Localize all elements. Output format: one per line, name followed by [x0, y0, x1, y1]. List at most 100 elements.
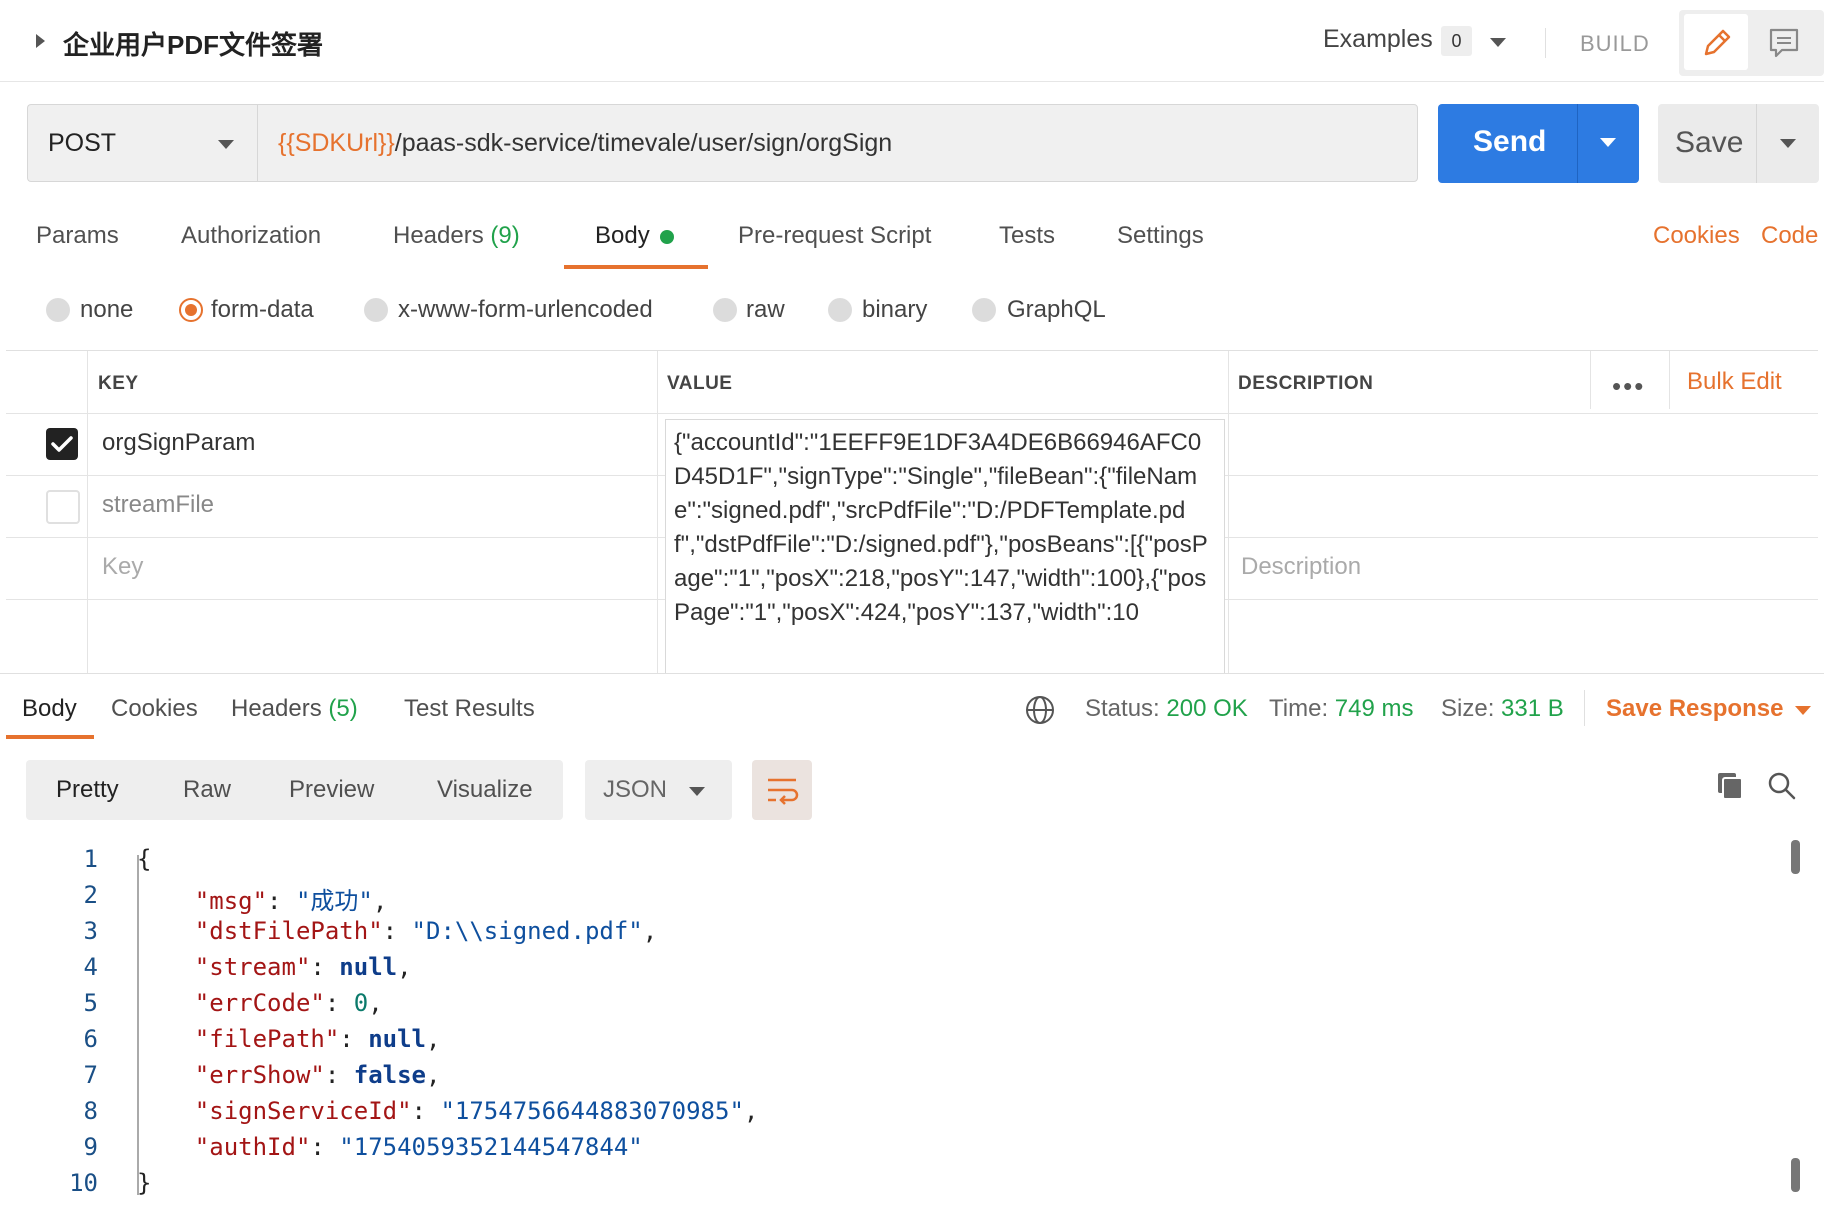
examples-label[interactable]: Examples [1323, 25, 1433, 54]
radio-label-form-data[interactable]: form-data [211, 296, 314, 324]
json-key: "filePath" [194, 1025, 340, 1053]
json-key: "errCode" [194, 989, 325, 1017]
param-value-editor[interactable]: {"accountId":"1EEFF9E1DF3A4DE6B66946AFC0… [665, 419, 1225, 674]
save-response-button[interactable]: Save Response [1606, 695, 1783, 723]
build-mode-label[interactable]: BUILD [1580, 31, 1650, 57]
json-open-brace: { [137, 845, 152, 873]
divider [1756, 104, 1757, 183]
view-preview-button[interactable]: Preview [289, 776, 374, 804]
line-number: 1 [83, 845, 98, 873]
view-pretty-button[interactable]: Pretty [56, 776, 119, 804]
divider [1590, 351, 1591, 409]
comments-button[interactable] [1752, 14, 1816, 70]
chevron-down-icon[interactable] [1795, 706, 1811, 715]
json-value: "1754756644883070985" [440, 1097, 744, 1125]
response-tab-test-results[interactable]: Test Results [404, 695, 535, 723]
json-key: "signServiceId" [194, 1097, 412, 1125]
send-button[interactable]: Send [1438, 104, 1639, 183]
chevron-down-icon [218, 140, 234, 149]
scrollbar-thumb[interactable] [1791, 840, 1800, 874]
bulk-edit-link[interactable]: Bulk Edit [1687, 368, 1782, 396]
row-enabled-checkbox[interactable] [46, 490, 80, 524]
format-select[interactable]: JSON [585, 760, 732, 820]
radio-none[interactable] [46, 298, 70, 322]
param-key-cell[interactable]: streamFile [102, 491, 214, 519]
view-raw-button[interactable]: Raw [183, 776, 231, 804]
radio-binary[interactable] [828, 298, 852, 322]
response-tab-bar: Body Cookies Headers (5) Test Results St… [0, 673, 1824, 740]
radio-label-raw[interactable]: raw [746, 296, 785, 324]
chevron-down-icon[interactable] [1490, 38, 1506, 47]
json-value: false [353, 1061, 426, 1089]
active-tab-indicator [6, 735, 94, 739]
checkbox-checked-icon [51, 436, 73, 452]
save-button[interactable]: Save [1658, 104, 1819, 183]
response-scrollbar[interactable] [1787, 840, 1800, 1195]
radio-form-data[interactable] [179, 298, 203, 322]
radio-label-graphql[interactable]: GraphQL [1007, 296, 1106, 324]
tab-authorization[interactable]: Authorization [181, 222, 321, 250]
tab-settings[interactable]: Settings [1117, 222, 1204, 250]
response-tab-headers-count: (5) [328, 695, 358, 722]
search-icon[interactable] [1764, 768, 1800, 804]
response-tab-body[interactable]: Body [22, 695, 77, 723]
radio-graphql[interactable] [972, 298, 996, 322]
tab-headers-count: (9) [490, 222, 520, 249]
radio-label-binary[interactable]: binary [862, 296, 927, 324]
param-key-cell[interactable]: orgSignParam [102, 429, 255, 457]
radio-raw[interactable] [713, 298, 737, 322]
send-options-chevron-icon[interactable] [1600, 138, 1616, 147]
response-body-viewer[interactable]: 1 2 3 4 5 6 7 8 9 10 { "msg": "成功", "dst… [0, 840, 1824, 1212]
status-value[interactable]: 200 OK [1166, 695, 1247, 722]
json-line: "dstFilePath": "D:\\signed.pdf", [194, 917, 658, 945]
tab-body-label: Body [595, 222, 650, 249]
tab-pre-request-script[interactable]: Pre-request Script [738, 222, 931, 250]
wrap-lines-button[interactable] [752, 760, 812, 820]
line-number: 4 [83, 953, 98, 981]
json-line: "authId": "1754059352144547844" [194, 1133, 643, 1161]
code-link[interactable]: Code [1761, 222, 1818, 250]
radio-label-none[interactable]: none [80, 296, 133, 324]
radio-x-www-form-urlencoded[interactable] [364, 298, 388, 322]
send-label: Send [1473, 125, 1547, 158]
comment-icon [1769, 28, 1799, 58]
row-enabled-checkbox[interactable] [46, 428, 78, 460]
line-number: 7 [83, 1061, 98, 1089]
line-number: 2 [83, 881, 98, 909]
view-visualize-button[interactable]: Visualize [437, 776, 533, 804]
method-select[interactable]: POST [27, 104, 257, 182]
status-readout: Status: 200 OK [1085, 695, 1248, 723]
request-title[interactable]: 企业用户PDF文件签署 [63, 25, 323, 62]
more-options-icon[interactable]: ••• [1612, 371, 1645, 402]
description-placeholder[interactable]: Description [1241, 553, 1361, 581]
expand-caret-icon[interactable] [36, 34, 45, 48]
tab-body[interactable]: Body [595, 222, 674, 250]
copy-icon[interactable] [1712, 768, 1748, 804]
scrollbar-thumb[interactable] [1791, 1158, 1800, 1192]
response-tab-headers[interactable]: Headers (5) [231, 695, 358, 723]
tab-tests[interactable]: Tests [999, 222, 1055, 250]
time-value[interactable]: 749 ms [1335, 695, 1414, 722]
status-dot-icon [659, 229, 674, 244]
pencil-icon [1704, 29, 1731, 56]
response-tab-cookies[interactable]: Cookies [111, 695, 198, 723]
save-options-chevron-icon[interactable] [1780, 139, 1796, 148]
cookies-link[interactable]: Cookies [1653, 222, 1740, 250]
tab-headers[interactable]: Headers (9) [393, 222, 520, 250]
size-readout: Size: 331 B [1441, 695, 1564, 723]
globe-icon[interactable] [1024, 694, 1056, 726]
key-placeholder[interactable]: Key [102, 553, 143, 581]
column-header-value: VALUE [667, 373, 733, 394]
json-key: "stream" [194, 953, 311, 981]
json-line: "errShow": false, [194, 1061, 441, 1089]
tab-params[interactable]: Params [36, 222, 119, 250]
json-key: "dstFilePath" [194, 917, 383, 945]
url-input[interactable]: {{SDKUrl}}/paas-sdk-service/timevale/use… [257, 104, 1418, 182]
line-number: 6 [83, 1025, 98, 1053]
edit-mode-button[interactable] [1684, 14, 1748, 70]
size-value[interactable]: 331 B [1501, 695, 1564, 722]
divider [1584, 690, 1585, 726]
json-line: "msg": "成功", [194, 887, 388, 915]
radio-label-x-www-form-urlencoded[interactable]: x-www-form-urlencoded [398, 296, 653, 324]
json-line: "filePath": null, [194, 1025, 441, 1053]
